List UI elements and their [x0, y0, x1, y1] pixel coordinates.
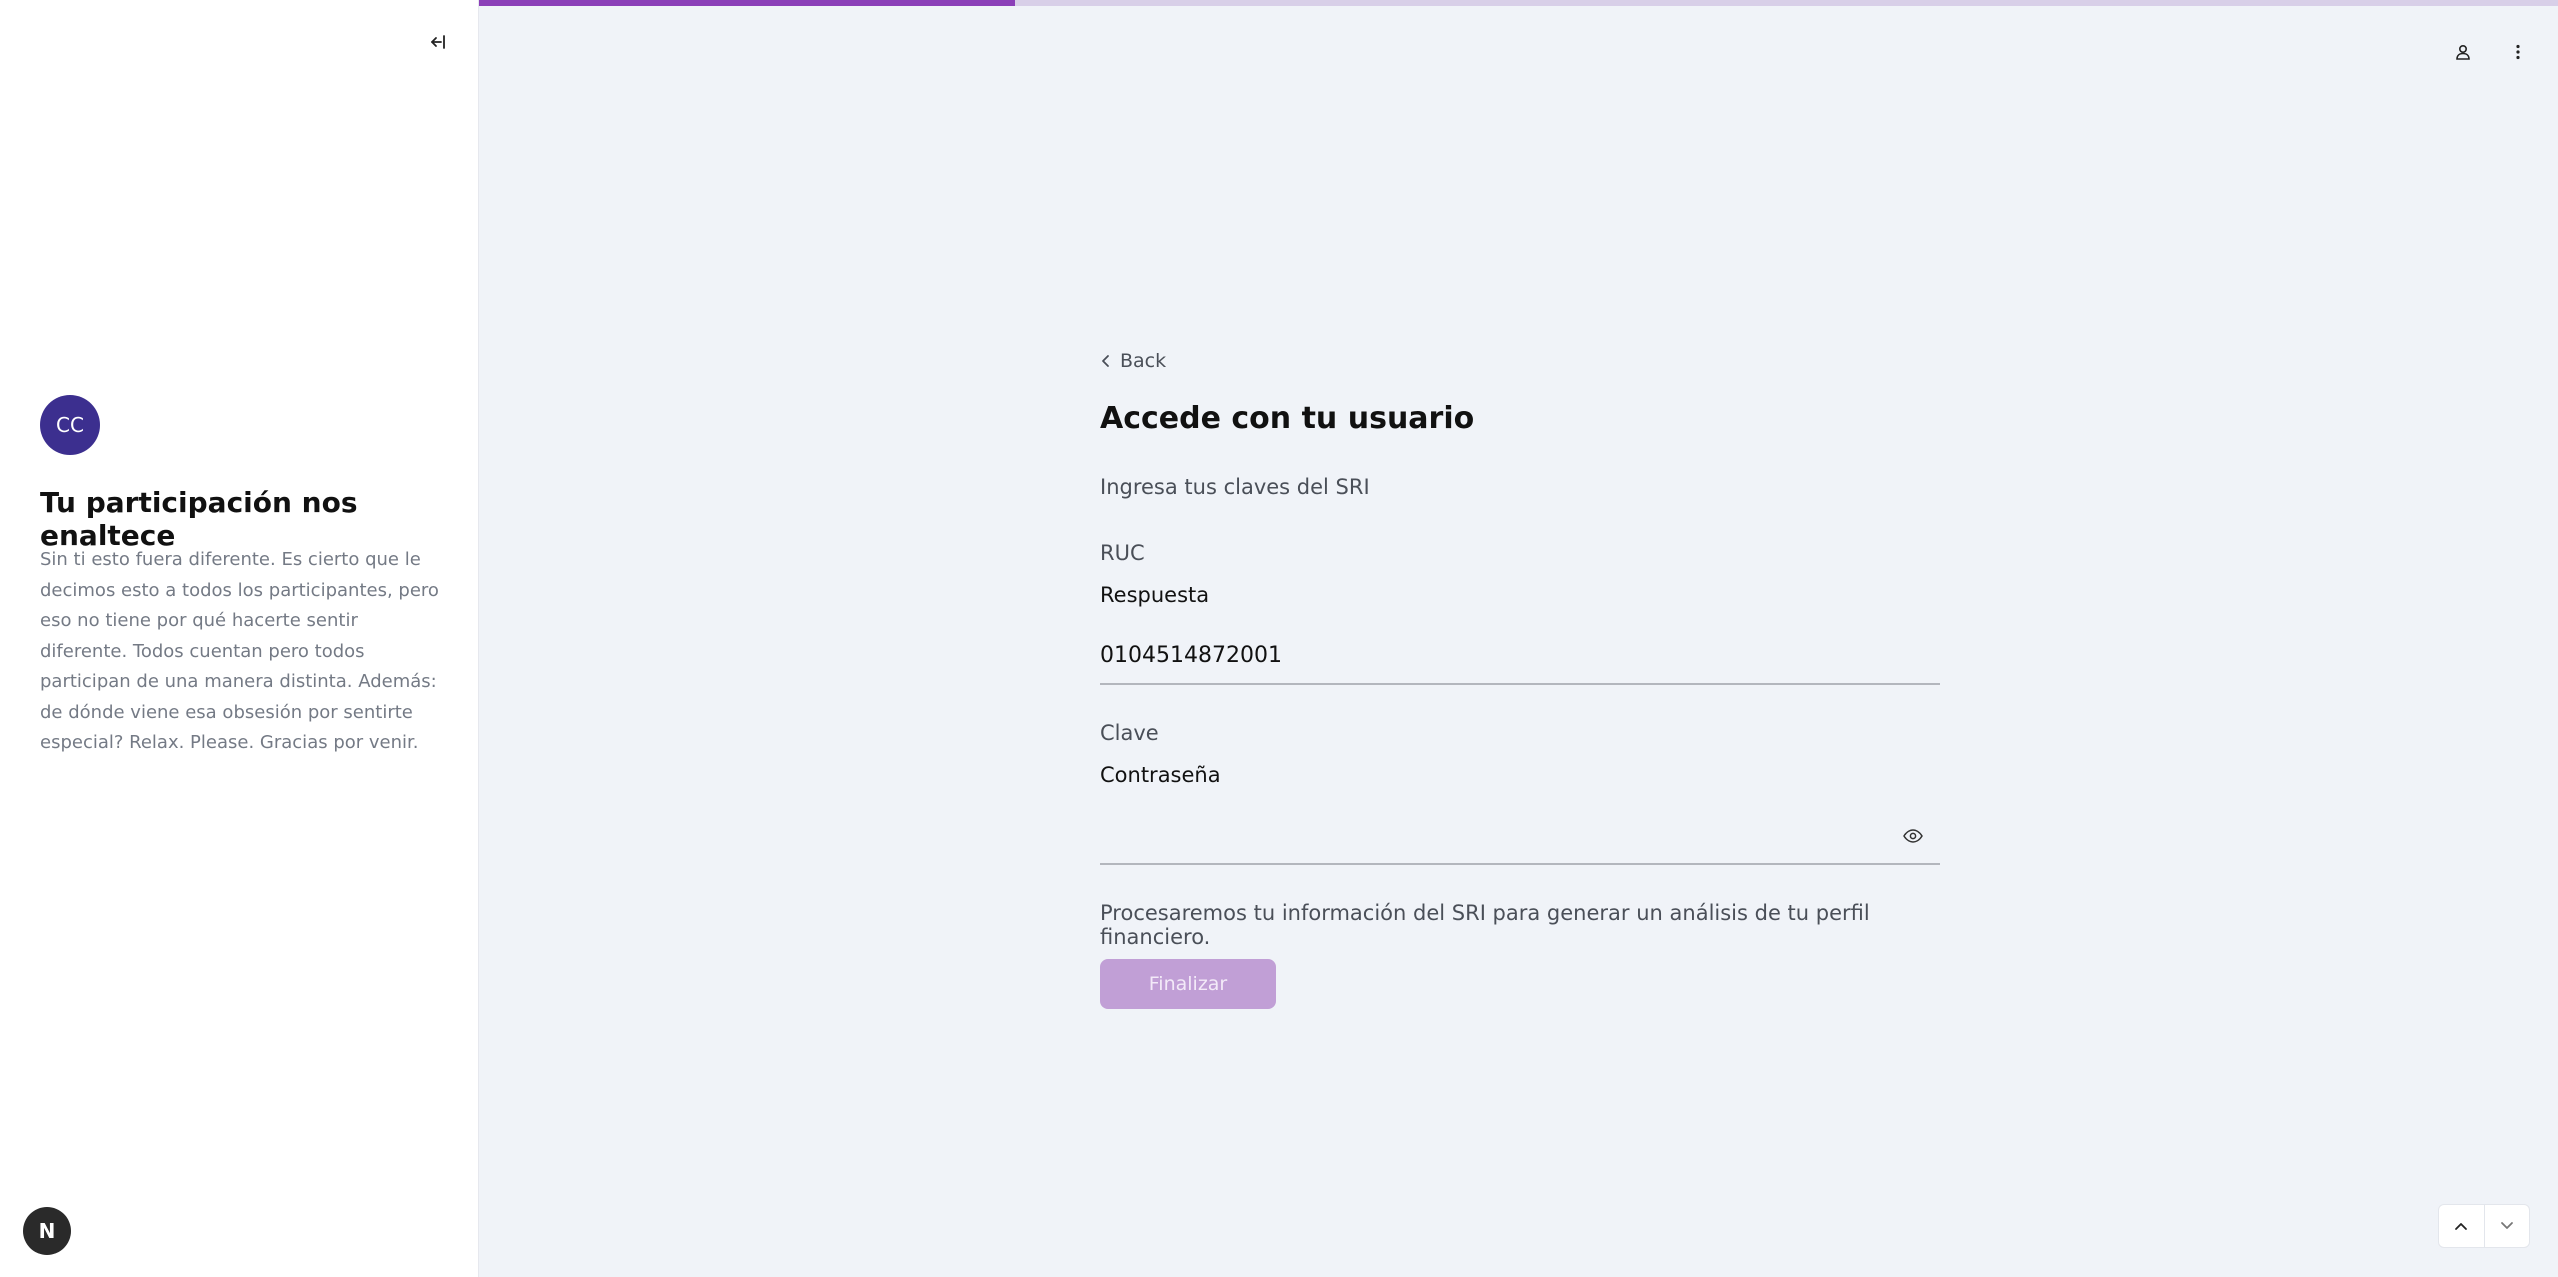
scroll-down-button[interactable]: [2483, 1205, 2530, 1247]
chevron-up-icon: [2455, 1223, 2468, 1230]
sidebar-description: Sin ti esto fuera diferente. Es cierto q…: [40, 549, 439, 753]
collapse-left-icon: [431, 35, 445, 49]
form-subtitle: Ingresa tus claves del SRI: [1100, 475, 1370, 499]
ruc-input[interactable]: [1100, 627, 1940, 683]
scroll-controls: [2438, 1204, 2530, 1248]
ruc-label: RUC: [1100, 541, 1145, 565]
toggle-password-visibility-button[interactable]: [1900, 823, 1926, 849]
ruc-sublabel: Respuesta: [1100, 583, 1210, 607]
progress-bar: [479, 0, 2558, 6]
scroll-up-button[interactable]: [2439, 1205, 2484, 1247]
sidebar: CC Tu participación nos enaltece Sin ti …: [0, 0, 479, 1277]
more-options-button[interactable]: [2504, 38, 2532, 66]
avatar-initials: CC: [56, 413, 84, 437]
progress-fill: [479, 0, 1016, 6]
back-link[interactable]: Back: [1100, 345, 1940, 377]
eye-icon: [1903, 829, 1923, 843]
ruc-input-wrapper: [1100, 627, 1940, 685]
n-badge-button[interactable]: N: [23, 1207, 71, 1255]
back-label: Back: [1120, 350, 1167, 372]
clave-field-group: Clave Contraseña: [1100, 721, 1940, 865]
clave-input-wrapper: [1100, 807, 1940, 865]
form-title: Accede con tu usuario: [1100, 401, 1475, 436]
n-badge-label: N: [38, 1219, 56, 1243]
chevron-left-icon: [1102, 355, 1109, 367]
clave-sublabel: Contraseña: [1100, 763, 1221, 787]
user-icon: [2456, 44, 2470, 60]
privacy-note: Procesaremos tu información del SRI para…: [1100, 901, 1870, 949]
more-vertical-icon: [2516, 44, 2520, 60]
collapse-sidebar-button[interactable]: [424, 28, 452, 56]
clave-label: Clave: [1100, 721, 1159, 745]
user-button[interactable]: [2449, 38, 2477, 66]
login-form: Back Accede con tu usuario Ingresa tus c…: [1100, 345, 1940, 1009]
chevron-down-icon: [2500, 1222, 2513, 1229]
finalizar-button[interactable]: Finalizar: [1100, 959, 1276, 1009]
avatar: CC: [40, 395, 100, 455]
ruc-field-group: RUC Respuesta: [1100, 541, 1940, 685]
sidebar-title: Tu participación nos enaltece: [40, 486, 358, 552]
password-input[interactable]: [1100, 807, 1940, 863]
